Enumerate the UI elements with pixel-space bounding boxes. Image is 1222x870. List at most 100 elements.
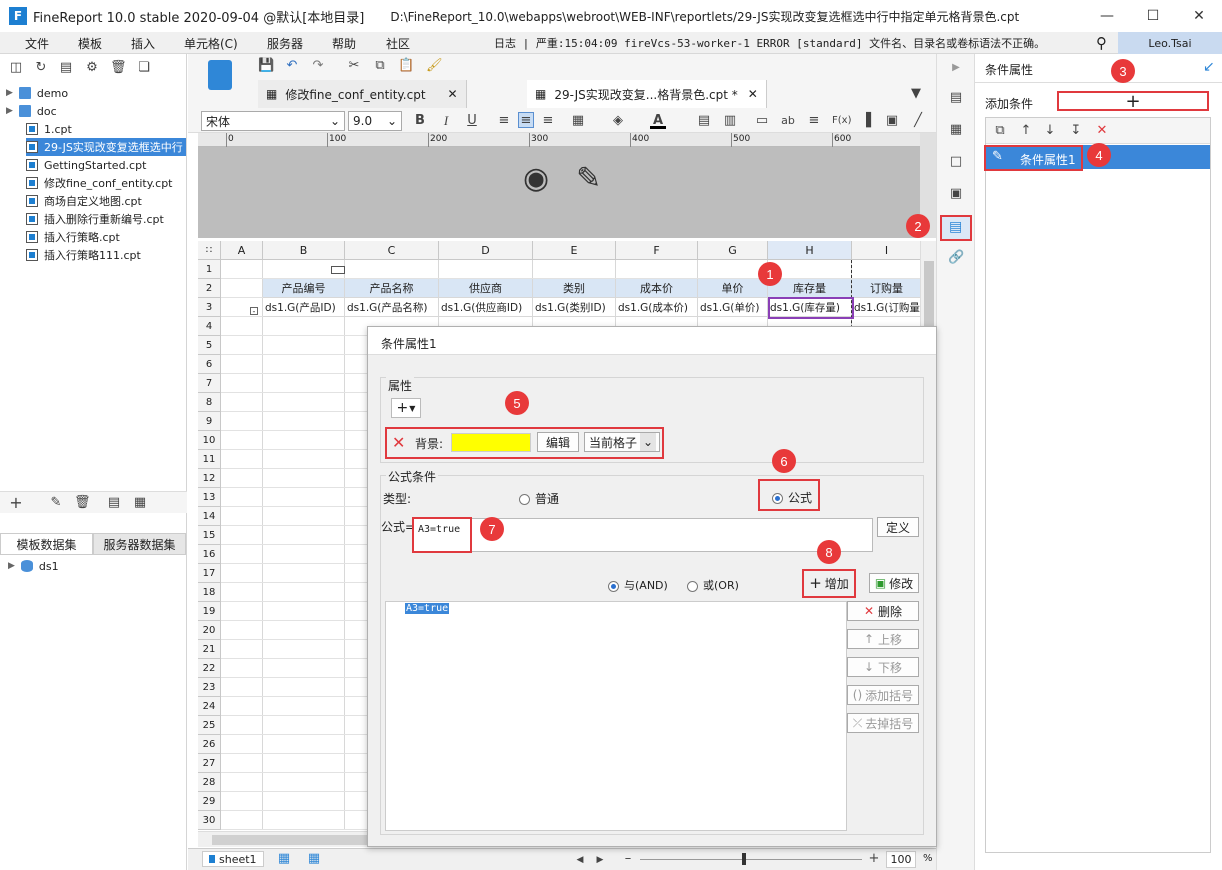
delete-dataset-icon[interactable]: 🗑 [74,495,91,511]
add-dataset-icon[interactable]: + [8,495,24,511]
formula-icon[interactable]: F(x) [832,113,851,129]
header-cell[interactable]: 产品编号 [263,279,345,298]
chart-icon[interactable]: ▐ [858,113,874,129]
row-header[interactable]: 1 [198,260,221,279]
expression-cell[interactable]: ds1.G(订购量) [852,298,920,317]
cell-attribute-icon[interactable]: ▦ [948,122,964,138]
expression-cell[interactable]: ds1.G(产品名称) [345,298,439,317]
paragraph-icon[interactable]: ≡ [806,113,822,129]
align-left-icon[interactable]: ≡ [496,113,512,129]
tree-item[interactable]: ▶ demo [6,84,68,102]
edit-dataset-icon[interactable]: ✎ [48,495,64,511]
move-up-button[interactable]: ↑ 上移 [847,629,919,649]
row-header[interactable]: 12 [198,469,221,488]
tab-fine-conf[interactable]: ▦ 修改fine_conf_entity.cpt ✕ [258,80,467,108]
move-down-icon[interactable]: ↓ [1042,123,1058,139]
fill-color-icon[interactable]: ◈ [610,113,626,129]
menu-community[interactable]: 社区 [386,35,410,52]
radio-and[interactable] [608,580,619,592]
expand-panel-icon[interactable]: ↙ [1203,59,1215,75]
menu-insert[interactable]: 插入 [131,35,155,52]
row-header[interactable]: 30 [198,811,221,830]
expand-arrow-icon[interactable]: ▶ [8,561,15,571]
delete-attribute-icon[interactable]: ✕ [392,433,405,452]
zoom-input[interactable]: 100 [886,851,916,868]
delete-formula-button[interactable]: ✕ 删除 [847,601,919,621]
header-cell[interactable]: 库存量 [768,279,852,298]
row-header[interactable]: 23 [198,678,221,697]
header-cell[interactable]: 成本价 [616,279,698,298]
row-header[interactable]: 22 [198,659,221,678]
row-header[interactable]: 20 [198,621,221,640]
redo-icon[interactable]: ↷ [310,58,326,74]
delete-icon[interactable]: 🗑 [110,60,127,76]
insert-row-icon[interactable]: ▭ [754,113,770,129]
collapse-arrow-icon[interactable]: ▶ [948,60,964,76]
refresh-icon[interactable]: ↻ [33,60,49,76]
unmerge-icon[interactable]: ▥ [722,113,738,129]
italic-icon[interactable]: I [438,113,454,129]
add-condition-button[interactable]: + [1057,91,1209,112]
zoom-slider[interactable] [640,859,862,860]
cut-icon[interactable]: ✂ [346,58,362,74]
open-icon[interactable]: ▤ [58,60,74,76]
header-cell[interactable]: 供应商 [439,279,533,298]
scroll-thumb[interactable] [924,261,934,327]
row-header[interactable]: 6 [198,355,221,374]
row-header[interactable]: 25 [198,716,221,735]
image-icon[interactable]: ▣ [884,113,900,129]
or-radio[interactable]: 或(OR) [687,577,739,593]
header-cell[interactable]: 单价 [698,279,768,298]
expand-arrow-icon[interactable]: ▶ [6,106,13,116]
remove-condition-icon[interactable]: ✕ [1094,123,1110,139]
row-header[interactable]: 15 [198,526,221,545]
column-header[interactable]: B [263,241,345,260]
menu-server[interactable]: 服务器 [267,35,303,52]
expression-cell[interactable]: ds1.G(成本价) [616,298,698,317]
radio-formula[interactable] [772,493,783,504]
template-icon[interactable] [208,60,232,90]
row-header[interactable]: 29 [198,792,221,811]
tree-item[interactable]: 修改fine_conf_entity.cpt [26,174,173,192]
font-size-select[interactable]: 9.0 ⌄ [348,111,402,131]
type-normal-radio[interactable]: 普通 [519,490,559,507]
row-header[interactable]: 19 [198,602,221,621]
search-icon[interactable]: ⚲ [1096,34,1107,52]
border-icon[interactable]: ▦ [570,113,586,129]
menu-file[interactable]: 文件 [25,35,49,52]
row-header[interactable]: 24 [198,697,221,716]
add-attribute-button[interactable]: + ▼ [391,398,421,418]
row-header[interactable]: 4 [198,317,221,336]
expression-cell[interactable]: ds1.G(供应商ID) [439,298,533,317]
align-right-icon[interactable]: ≡ [540,113,556,129]
copy-icon[interactable]: ❏ [136,60,152,76]
row-header[interactable]: 13 [198,488,221,507]
header-cell[interactable]: 产品名称 [345,279,439,298]
row-header[interactable]: 9 [198,412,221,431]
row-header[interactable]: 28 [198,773,221,792]
row-header[interactable]: 17 [198,564,221,583]
align-center-icon[interactable]: ≡ [518,112,534,128]
column-header[interactable]: H [768,241,852,260]
tree-item[interactable]: GettingStarted.cpt [26,156,146,174]
row-header[interactable]: 18 [198,583,221,602]
menu-help[interactable]: 帮助 [332,35,356,52]
collapse-icon[interactable]: - [250,307,258,316]
column-header[interactable]: E [533,241,616,260]
paste-icon[interactable]: 📋 [398,58,414,74]
column-header[interactable]: I [852,241,920,260]
font-color-icon[interactable]: A [650,113,666,129]
zoom-out-icon[interactable]: – [620,851,636,867]
column-header[interactable]: G [698,241,768,260]
font-select[interactable]: 宋体 ⌄ [201,111,345,131]
log-message[interactable]: 日志 | 严重:15:04:09 fireVcs-53-worker-1 ERR… [494,35,1045,51]
tree-item[interactable]: 29-JS实现改变复选框选中行 [26,138,186,156]
underline-icon[interactable]: U [464,113,480,129]
row-header[interactable]: 7 [198,374,221,393]
text-icon[interactable]: ab [780,113,796,129]
define-button[interactable]: 定义 [877,517,919,537]
add-sheet-icon[interactable]: ▦ [276,851,292,867]
settings-icon[interactable]: ⚙ [84,60,100,76]
tab-current[interactable]: ▦ 29-JS实现改变复...格背景色.cpt * ✕ [527,80,767,108]
pencil-icon[interactable]: ✎ [576,161,601,196]
